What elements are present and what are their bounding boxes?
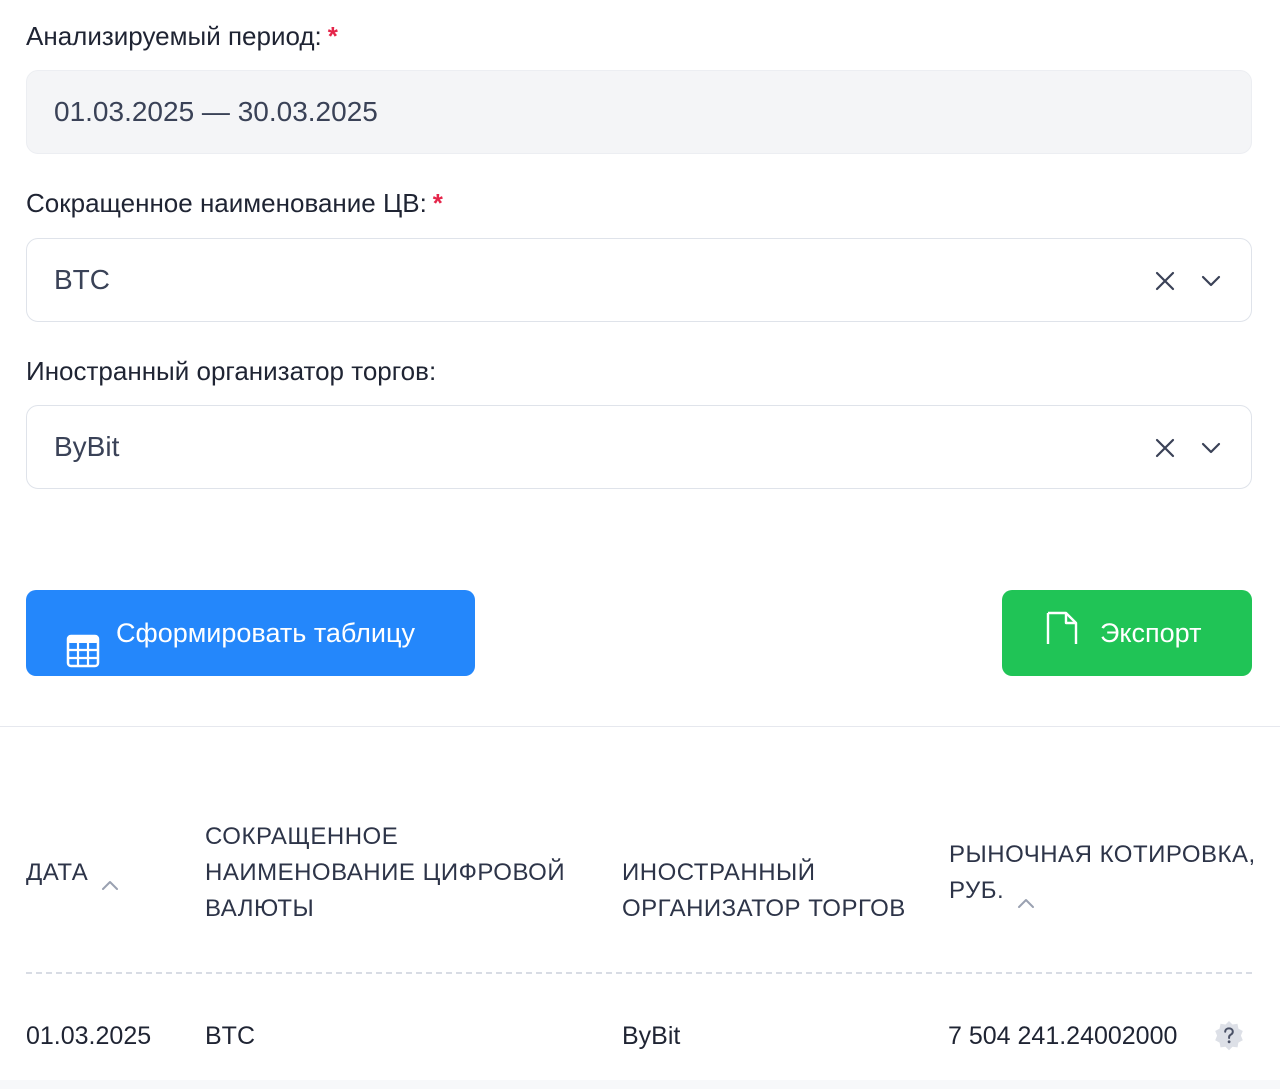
currency-value: BTC [54, 264, 110, 295]
question-badge-icon[interactable] [1212, 1019, 1246, 1053]
table-grid-icon [66, 616, 100, 702]
cell-organizer: ByBit [622, 1022, 681, 1050]
period-label: Анализируемый период: * [26, 21, 338, 51]
cell-currency: BTC [205, 1022, 255, 1050]
column-header-currency-name: СОКРАЩЕННОЕ НАИМЕНОВАНИЕ ЦИФРОВОЙ ВАЛЮТЫ [205, 823, 566, 922]
export-button[interactable]: XLSX Экспорт [1002, 590, 1252, 688]
column-header-organizer: ИНОСТРАННЫЙ ОРГАНИЗАТОР ТОРГОВ [622, 859, 906, 922]
currency-label: Сокращенное наименование ЦВ: * [26, 188, 443, 218]
xlsx-label: XLSX [1044, 673, 1080, 688]
period-value: 01.03.2025 — 30.03.2025 [54, 96, 378, 127]
generate-table-label: Сформировать таблицу [116, 618, 415, 648]
xlsx-file-icon: XLSX [1042, 608, 1086, 694]
next-row-strip [0, 1080, 1280, 1089]
required-mark: * [432, 188, 443, 218]
close-icon[interactable] [1153, 436, 1177, 460]
required-mark: * [327, 21, 338, 51]
generate-table-button[interactable]: Сформировать таблицу [26, 590, 475, 676]
cell-date: 01.03.2025 [26, 1022, 152, 1050]
table-header-separator [26, 972, 1252, 974]
chevron-up-icon[interactable] [1016, 885, 1036, 908]
section-divider [0, 726, 1280, 727]
column-header-date[interactable]: ДАТА [26, 855, 120, 891]
organizer-value: ByBit [54, 431, 120, 462]
cell-quote: 7 504 241.24002000 [948, 1022, 1178, 1050]
period-field[interactable]: 01.03.2025 — 30.03.2025 [26, 70, 1252, 154]
chevron-up-icon[interactable] [100, 867, 120, 890]
chevron-down-icon[interactable] [1199, 436, 1223, 460]
organizer-select[interactable]: ByBit [26, 405, 1252, 489]
organizer-label: Иностранный организатор торгов: [26, 356, 437, 386]
close-icon[interactable] [1153, 269, 1177, 293]
export-label: Экспорт [1100, 618, 1202, 648]
column-header-quote[interactable]: РЫНОЧНАЯ КОТИРОВКА, РУБ. [949, 837, 1256, 909]
chevron-down-icon[interactable] [1199, 269, 1223, 293]
currency-select[interactable]: BTC [26, 238, 1252, 322]
